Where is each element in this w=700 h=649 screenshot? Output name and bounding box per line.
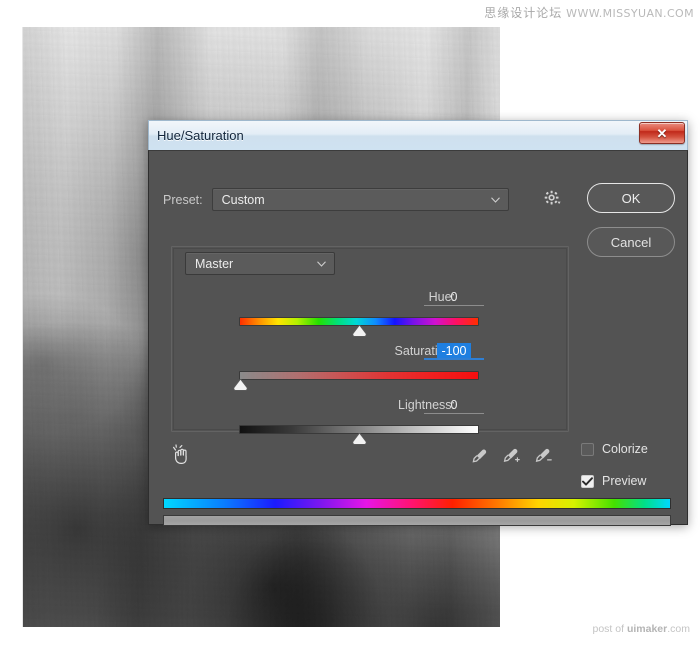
channel-dropdown[interactable]: Master (185, 252, 335, 275)
eyedropper-plus-icon[interactable] (503, 447, 521, 465)
hue-value-underline (424, 305, 484, 306)
checkmark-icon (582, 477, 593, 486)
watermark-top: 思缘设计论坛 WWW.MISSYUAN.COM (484, 4, 694, 21)
ok-button[interactable]: OK (587, 183, 675, 213)
watermark-bottom-suffix: .com (667, 623, 690, 635)
dialog-title: Hue/Saturation (149, 128, 244, 143)
ok-button-label: OK (622, 191, 641, 206)
watermark-top-cn: 思缘设计论坛 (484, 6, 562, 20)
dialog-titlebar[interactable]: Hue/Saturation ✕ (148, 120, 688, 150)
dialog-body: Preset: Custom (148, 150, 688, 525)
colorize-checkbox-row[interactable]: Colorize (581, 442, 648, 456)
lightness-value-field[interactable]: 0 (424, 397, 484, 414)
gear-icon (544, 190, 561, 207)
saturation-value-underline (424, 358, 484, 360)
hue-value-field[interactable]: 0 (424, 289, 484, 306)
colorize-label: Colorize (602, 442, 648, 456)
eyedropper-minus-icon[interactable] (535, 447, 553, 465)
chevron-down-icon (317, 261, 326, 267)
hue-slider-thumb[interactable] (352, 325, 367, 337)
preset-options-button[interactable] (539, 186, 565, 210)
watermark-top-url: WWW.MISSYUAN.COM (566, 7, 694, 20)
watermark-bottom-prefix: post of (593, 623, 627, 635)
chevron-down-icon (491, 197, 500, 203)
hue-saturation-dialog: Hue/Saturation ✕ Preset: Custom (148, 120, 688, 525)
close-button[interactable]: ✕ (639, 122, 685, 144)
watermark-bottom: post of uimaker.com (593, 623, 691, 635)
cancel-button-label: Cancel (611, 235, 651, 250)
lightness-value-underline (424, 413, 484, 414)
watermark-bottom-brand: uimaker (627, 623, 667, 635)
on-image-adjust-icon[interactable] (171, 444, 195, 468)
cancel-button[interactable]: Cancel (587, 227, 675, 257)
preset-row: Preset: Custom (163, 188, 509, 211)
preset-dropdown[interactable]: Custom (212, 188, 509, 211)
saturation-slider-track[interactable] (239, 371, 479, 380)
hue-slider-track[interactable] (239, 317, 479, 326)
saturation-value-field[interactable]: -100 (424, 343, 484, 360)
preset-value: Custom (213, 193, 265, 207)
hue-value: 0 (424, 289, 484, 305)
saturation-slider-thumb[interactable] (233, 379, 248, 391)
eyedropper-group (471, 447, 553, 465)
screenshot-root: 思缘设计论坛 WWW.MISSYUAN.COM Hue/Saturation ✕… (0, 0, 700, 649)
preview-checkbox[interactable] (581, 475, 594, 488)
eyedropper-icon[interactable] (471, 447, 489, 465)
hue-spectrum-bar (163, 498, 671, 509)
close-icon: ✕ (657, 127, 668, 140)
lightness-value: 0 (424, 397, 484, 413)
lightness-slider-track[interactable] (239, 425, 479, 434)
colorize-checkbox[interactable] (581, 443, 594, 456)
channel-value: Master (186, 257, 233, 271)
lightness-slider-thumb[interactable] (352, 433, 367, 445)
result-spectrum-bar (163, 515, 671, 526)
preset-label: Preset: (163, 193, 203, 207)
saturation-value: -100 (437, 343, 471, 359)
preview-label: Preview (602, 474, 646, 488)
preview-checkbox-row[interactable]: Preview (581, 474, 646, 488)
